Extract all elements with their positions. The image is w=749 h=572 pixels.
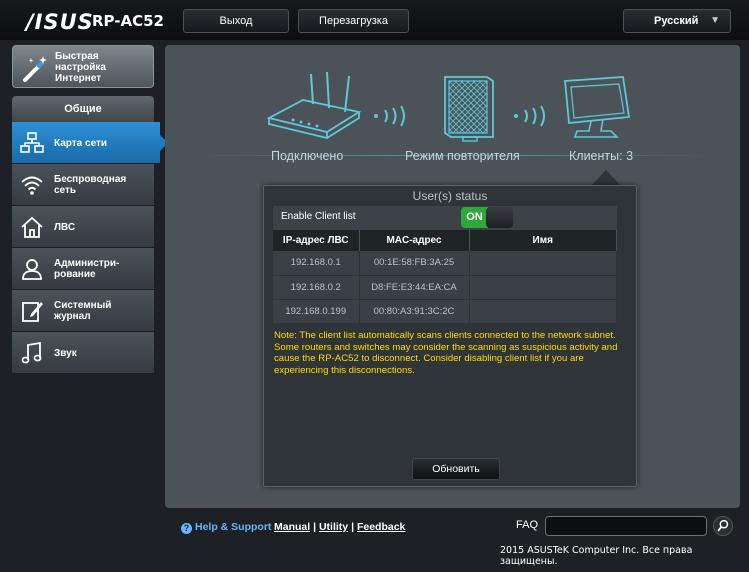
help-support-label: Help & Support [195,521,272,533]
clients-count-label[interactable]: Клиенты: 3 [569,149,633,163]
sidebar-item-label: Беспроводная сеть [54,174,127,196]
sidebar-item-wireless[interactable]: Беспроводная сеть [12,164,154,206]
router-icon[interactable] [263,70,363,140]
enable-client-list-row: Enable Client list ON [273,206,617,230]
column-header-mac[interactable]: MAC-адрес [359,230,470,251]
sidebar-item-administration[interactable]: Админист­ри-рование [12,248,154,290]
popup-pointer [591,170,621,186]
popup-title: User(s) status [412,189,488,203]
faq-search-input[interactable] [545,516,707,536]
asus-logo: /ISUS [26,10,94,34]
internet-status-label[interactable]: Подключено [271,149,343,163]
refresh-button[interactable]: Обновить [412,458,500,480]
link-separator: | [313,521,317,533]
column-header-name[interactable]: Имя [469,230,617,251]
enable-client-list-label: Enable Client list [281,211,356,222]
client-mac: D8:FE:E3:44:EA:CA [359,275,470,300]
sidebar-item-label: Звук [54,347,77,359]
quick-setup-label: Быстрая настройка Интернет [55,51,106,84]
general-section-title: Общие [12,96,154,122]
copyright-text: 2015 ASUSTeK Computer Inc. Все права защ… [500,545,693,567]
client-list-toggle[interactable]: ON [461,207,513,228]
clients-monitor-icon[interactable] [561,75,635,145]
help-support-link[interactable]: ? Help & Support [181,521,271,534]
sidebar-item-label: Карта сети [54,137,108,149]
link-separator: | [351,521,355,533]
model-name: RP-AC52 [92,12,164,30]
reboot-button[interactable]: Перезагрузка [298,9,409,33]
toggle-knob[interactable] [486,207,513,228]
sidebar-item-label: Админист­ри-рование [54,258,120,280]
column-header-ip[interactable]: IP-адрес ЛВС [273,230,360,251]
client-name [469,275,617,300]
quick-internet-setup-button[interactable]: Быстрая настройка Интернет [12,45,154,88]
logout-button[interactable]: Выход [183,9,289,33]
signal-waves-icon [514,105,545,127]
network-map-icon [20,132,44,153]
table-row: 192.168.0.199 00:80:A3:91:3C:2C [273,299,617,324]
client-table: IP-адрес ЛВС MAC-адрес Имя 192.168.0.1 0… [273,230,617,324]
sidebar-item-network-map[interactable]: Карта сети [12,122,168,164]
sidebar-item-label: Системный журнал [54,300,112,322]
repeater-mode-label[interactable]: Режим повторителя [405,149,520,163]
utility-link[interactable]: Utility [319,521,348,533]
client-name [469,299,617,324]
client-mac: 00:80:A3:91:3C:2C [359,299,470,324]
user-icon [22,259,42,280]
top-bar: /ISUS RP-AC52 Выход Перезагрузка Русский… [0,0,749,40]
footer-links: Manual | Utility | Feedback [274,521,405,533]
client-mac: 00:1E:58:FB:3A:25 [359,251,470,276]
feedback-link[interactable]: Feedback [357,521,405,533]
toggle-on-label: ON [461,207,488,228]
client-name [469,251,617,276]
client-ip: 192.168.0.2 [273,275,360,300]
client-ip: 192.168.0.1 [273,251,360,276]
sidebar-item-label: ЛВС [54,221,76,233]
question-mark-icon: ? [181,523,192,534]
footer: ? Help & Support Manual | Utility | Feedb… [0,512,749,572]
home-icon [21,216,43,238]
sidebar-menu: Карта сети Беспроводная сеть ЛВС Админис… [12,122,168,374]
wifi-icon [21,176,43,195]
language-value: Русский [654,15,699,27]
table-row: 192.168.0.1 00:1E:58:FB:3A:25 [273,251,617,276]
client-list-note: Note: The client list automatically scan… [274,330,618,376]
log-icon [22,302,43,322]
music-note-icon [21,341,42,364]
magic-wand-icon [23,56,47,82]
sidebar-item-lan[interactable]: ЛВС [12,206,154,248]
repeater-icon[interactable] [441,73,497,145]
table-row: 192.168.0.2 D8:FE:E3:44:EA:CA [273,275,617,300]
chevron-down-icon: ▼ [710,15,720,26]
sidebar-item-system-log[interactable]: Системный журнал [12,290,154,332]
user-status-popup: User(s) status Enable Client list ON IP-… [263,185,637,487]
client-ip: 192.168.0.199 [273,299,360,324]
manual-link[interactable]: Manual [274,521,310,533]
table-header-row: IP-адрес ЛВС MAC-адрес Имя [273,230,617,251]
sidebar-item-sound[interactable]: Звук [12,332,154,374]
signal-waves-icon [374,105,405,127]
search-icon[interactable] [713,516,733,536]
faq-label: FAQ [516,519,539,531]
language-select[interactable]: Русский ▼ [623,9,731,33]
